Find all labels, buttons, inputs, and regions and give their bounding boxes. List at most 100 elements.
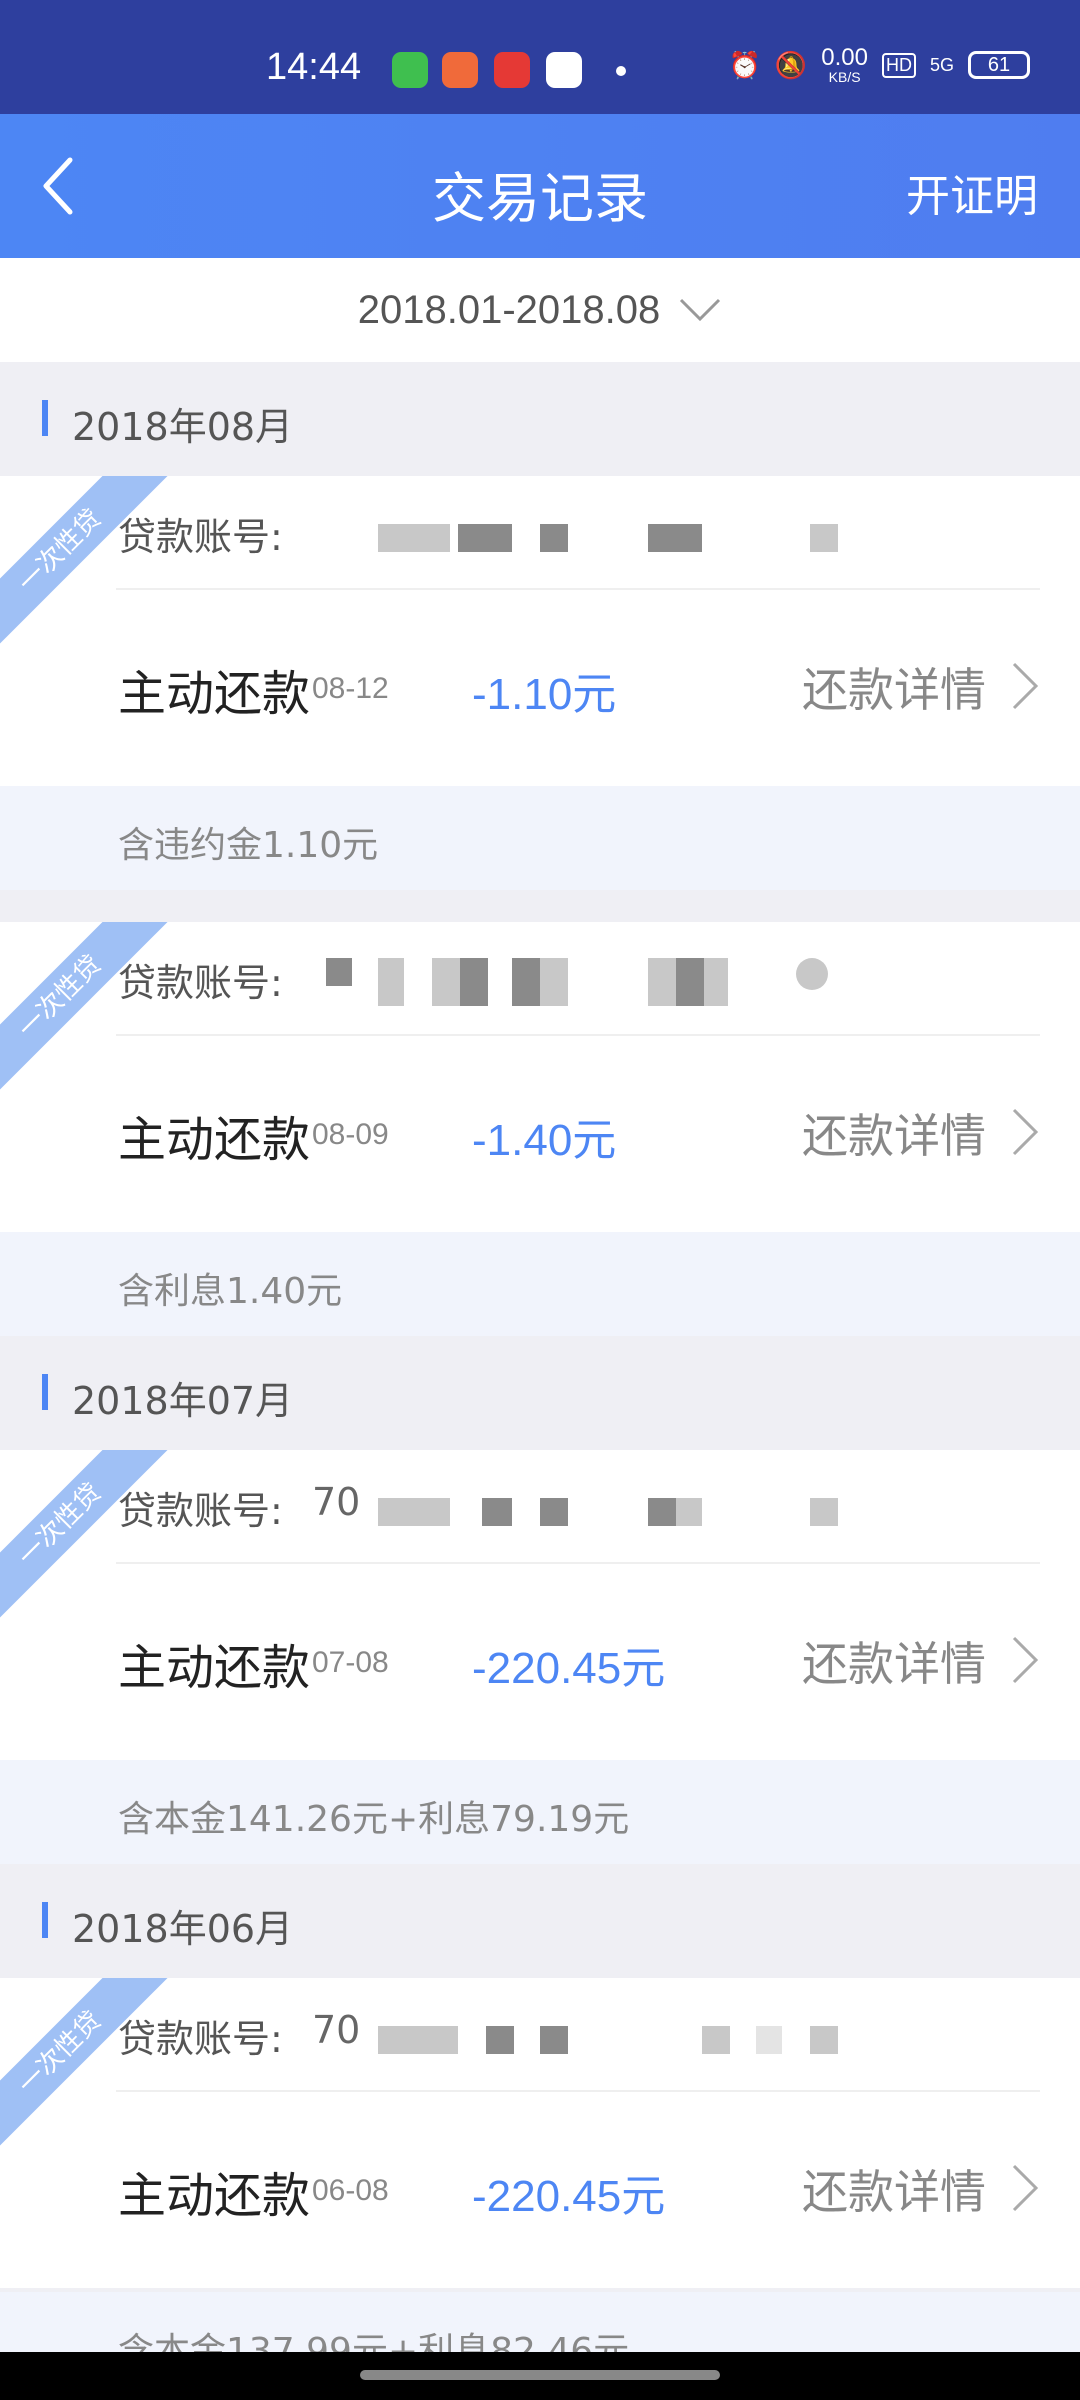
- battery-icon: 61: [968, 51, 1030, 79]
- record-note-text: 含违约金1.10元: [118, 825, 379, 866]
- month-header: 2018年07月: [0, 1336, 1080, 1450]
- redaction-mask: [486, 2026, 514, 2054]
- month-label: 2018年08月: [72, 405, 294, 449]
- loan-type-ribbon: 一次性贷: [0, 1978, 169, 2162]
- transaction-amount: -220.45元: [472, 2172, 666, 2221]
- redaction-mask: [810, 2026, 838, 2054]
- transaction-amount: -220.45元: [472, 1644, 666, 1693]
- net-speed: 0.00 KB/S: [821, 44, 868, 85]
- redaction-mask: [648, 524, 702, 552]
- home-indicator[interactable]: [360, 2370, 720, 2380]
- transaction-date: 08-09: [312, 1118, 389, 1151]
- redaction-mask: [756, 2026, 782, 2054]
- redaction-mask: [704, 958, 728, 1006]
- repayment-detail-link[interactable]: 还款详情: [802, 1628, 986, 1694]
- month-header: 2018年06月: [0, 1864, 1080, 1978]
- transaction-type: 主动还款: [118, 666, 311, 722]
- video-app-icon: [494, 52, 530, 88]
- redaction-mask: [378, 1498, 450, 1526]
- loan-type-ribbon: 一次性贷: [0, 922, 169, 1106]
- date-range-selector[interactable]: 2018.01-2018.08: [0, 258, 1080, 362]
- month-accent-bar: [42, 400, 48, 436]
- account-label: 贷款账号:: [118, 1489, 283, 1533]
- repayment-detail-link[interactable]: 还款详情: [802, 2156, 986, 2222]
- record-note: 含利息1.40元: [0, 1232, 1080, 1336]
- redaction-mask: [810, 1498, 838, 1526]
- mute-icon: 🔕: [774, 49, 808, 80]
- orange-app-icon: [442, 52, 478, 88]
- transaction-type: 主动还款: [118, 1640, 311, 1696]
- divider: [116, 588, 1040, 590]
- redaction-mask: [326, 958, 352, 986]
- month-accent-bar: [42, 1902, 48, 1938]
- net-speed-unit: KB/S: [828, 69, 861, 85]
- divider: [116, 1562, 1040, 1564]
- repayment-detail-link[interactable]: 还款详情: [802, 654, 986, 720]
- redaction-mask: [432, 958, 460, 1006]
- transaction-date: 06-08: [312, 2174, 389, 2207]
- record-note-text: 含利息1.40元: [118, 1271, 343, 1312]
- certificate-button[interactable]: 开证明: [906, 160, 1038, 224]
- record-card[interactable]: 一次性贷 贷款账号: 70 主动还款 07-08 -220.45元 还款详情: [0, 1450, 1080, 1760]
- loan-type-ribbon: 一次性贷: [0, 1450, 169, 1634]
- record-card[interactable]: 一次性贷 贷款账号: 主动还款 08-12 -1.10元 还款详情: [0, 476, 1080, 786]
- record-note-text: 含本金141.26元+利息79.19元: [118, 1799, 630, 1840]
- transaction-type: 主动还款: [118, 2168, 311, 2224]
- account-label: 贷款账号:: [118, 515, 283, 559]
- divider: [116, 2090, 1040, 2092]
- loan-type-ribbon: 一次性贷: [0, 476, 169, 660]
- repayment-detail-link[interactable]: 还款详情: [802, 1100, 986, 1166]
- month-label: 2018年06月: [72, 1907, 294, 1951]
- net-speed-value: 0.00: [821, 44, 868, 71]
- record-card[interactable]: 一次性贷 贷款账号: 主动还款 08-09 -1.40元 还款详情: [0, 922, 1080, 1232]
- redaction-mask: [676, 1498, 702, 1526]
- account-label: 贷款账号:: [118, 961, 283, 1005]
- redaction-mask: [702, 2026, 730, 2054]
- redaction-mask: [378, 524, 450, 552]
- home-indicator-bar: [0, 2352, 1080, 2400]
- redaction-mask: [512, 958, 540, 1006]
- redaction-mask: [378, 958, 404, 1006]
- account-value: 70: [312, 2008, 361, 2052]
- divider: [116, 1034, 1040, 1036]
- record-note: 含本金137.99元+利息82.46元: [0, 2292, 1080, 2352]
- redaction-mask: [796, 958, 828, 990]
- redaction-mask: [540, 958, 568, 1006]
- status-time: 14:44: [266, 46, 362, 88]
- status-icons: ⏰ 🔕 0.00 KB/S HD 5G 61: [729, 46, 1030, 84]
- month-label: 2018年07月: [72, 1379, 294, 1423]
- redaction-mask: [540, 524, 568, 552]
- month-header: 2018年08月: [0, 362, 1080, 476]
- transaction-type: 主动还款: [118, 1112, 311, 1168]
- account-label: 贷款账号:: [118, 2017, 283, 2061]
- chevron-right-icon: [1012, 1636, 1039, 1684]
- message-app-icon: [392, 52, 428, 88]
- redaction-mask: [482, 1498, 512, 1526]
- chevron-right-icon: [1012, 2164, 1039, 2212]
- chevron-down-icon: [680, 298, 721, 322]
- record-note: 含本金141.26元+利息79.19元: [0, 1760, 1080, 1864]
- transaction-amount: -1.40元: [472, 1116, 617, 1165]
- status-bar: 14:44 ⏰ 🔕 0.00 KB/S HD 5G 61: [0, 0, 1080, 114]
- chevron-right-icon: [1012, 1108, 1039, 1156]
- redaction-mask: [378, 2026, 458, 2054]
- redaction-mask: [676, 958, 704, 1006]
- record-note-text: 含本金137.99元+利息82.46元: [118, 2331, 630, 2352]
- signal-icon: 5G: [929, 54, 954, 75]
- dot-icon: [616, 66, 626, 76]
- alarm-icon: ⏰: [728, 49, 761, 80]
- redaction-mask: [648, 958, 676, 1006]
- transaction-amount: -1.10元: [472, 670, 617, 719]
- redaction-mask: [460, 958, 488, 1006]
- record-card[interactable]: 一次性贷 贷款账号: 70 主动还款 06-08 -220.45元 还款详情: [0, 1978, 1080, 2288]
- hd-icon: HD: [881, 52, 916, 78]
- redaction-mask: [810, 524, 838, 552]
- account-value: 70: [312, 1480, 361, 1524]
- redaction-mask: [648, 1498, 676, 1526]
- nav-header: 交易记录 开证明: [0, 114, 1080, 258]
- date-range-text: 2018.01-2018.08: [357, 287, 661, 332]
- redaction-mask: [540, 1498, 568, 1526]
- redaction-mask: [540, 2026, 568, 2054]
- chevron-right-icon: [1012, 662, 1039, 710]
- redaction-mask: [458, 524, 512, 552]
